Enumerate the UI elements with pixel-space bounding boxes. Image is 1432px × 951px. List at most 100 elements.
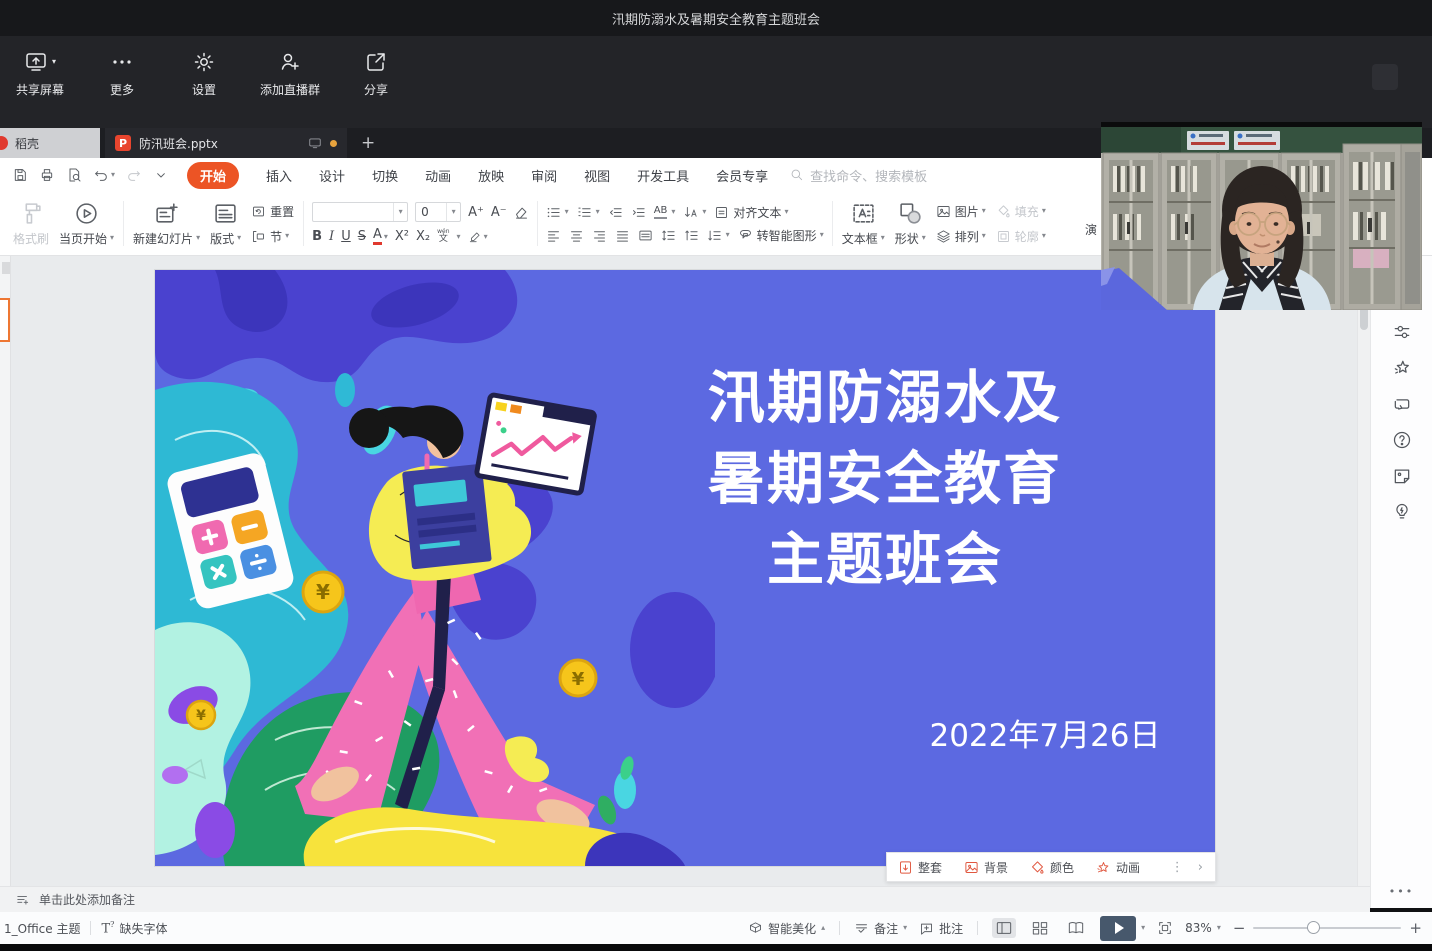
start-from-current-button[interactable]: 当页开始▾ <box>59 201 114 247</box>
spacing-options-button[interactable]: ▾ <box>707 228 730 243</box>
bold-button[interactable]: B <box>312 229 322 244</box>
highlight-button[interactable]: ▾ <box>468 230 488 244</box>
slide-title[interactable]: 汛期防溺水及 暑期安全教育 主题班会 <box>655 358 1115 601</box>
menu-tab-devtools[interactable]: 开发工具 <box>637 166 689 185</box>
view-normal-button[interactable] <box>992 918 1016 938</box>
menu-tab-view[interactable]: 视图 <box>584 166 610 185</box>
webcam-video[interactable] <box>1101 122 1422 310</box>
menu-tab-home[interactable]: 开始 <box>187 162 239 189</box>
slide-layout-button[interactable]: 版式▾ <box>210 201 241 247</box>
collapse-ribbon-icon[interactable] <box>153 167 169 183</box>
text-direction-button[interactable]: ▾ <box>683 205 706 220</box>
tab-document[interactable]: P 防汛班会.pptx <box>105 128 347 158</box>
align-right-icon[interactable] <box>592 228 607 243</box>
font-color-button[interactable]: A▾ <box>373 228 388 245</box>
format-painter-button[interactable]: 格式刷 <box>13 201 49 247</box>
arrange-button[interactable]: 排列▾ <box>936 228 986 245</box>
slide-panel-collapsed[interactable] <box>0 256 11 886</box>
properties-sliders-icon[interactable] <box>1392 322 1412 342</box>
toolbar-mini-button[interactable] <box>1372 64 1398 90</box>
shapes-button[interactable]: 形状▾ <box>895 201 926 247</box>
view-sorter-button[interactable] <box>1028 918 1052 938</box>
paragraph-spacing-icon[interactable] <box>684 228 699 243</box>
more-button[interactable]: 更多 <box>96 50 148 98</box>
help-icon[interactable] <box>1392 430 1412 450</box>
comments-button[interactable]: 批注 <box>919 920 963 937</box>
print-preview-icon[interactable] <box>66 167 82 183</box>
view-reading-button[interactable] <box>1064 918 1088 938</box>
animation-button[interactable]: 动画 <box>1085 859 1151 876</box>
justify-icon[interactable] <box>615 228 630 243</box>
underline-button[interactable]: U <box>341 229 351 244</box>
menu-tab-member[interactable]: 会员专享 <box>716 166 768 185</box>
transition-loop-icon[interactable] <box>1392 394 1412 414</box>
undo-button[interactable]: ▾ <box>93 167 115 183</box>
print-icon[interactable] <box>39 167 55 183</box>
menu-tab-slideshow[interactable]: 放映 <box>478 166 504 185</box>
line-spacing-icon[interactable] <box>661 228 676 243</box>
slide-panel-handle[interactable] <box>2 262 10 274</box>
background-button[interactable]: 背景 <box>953 859 1019 876</box>
settings-button[interactable]: 设置 <box>178 50 230 98</box>
menu-tab-design[interactable]: 设计 <box>319 166 345 185</box>
section-button[interactable]: 节▾ <box>251 228 294 245</box>
text-box-button[interactable]: 文本框▾ <box>842 201 885 247</box>
picture-button[interactable]: 图片▾ <box>936 203 986 220</box>
decrease-indent-icon[interactable] <box>608 205 623 220</box>
vertical-scrollbar[interactable] <box>1357 256 1370 886</box>
phonetic-guide-button[interactable]: wén 文 <box>437 229 449 244</box>
fill-button[interactable]: 填充▾ <box>996 203 1046 220</box>
new-slide-button[interactable]: 新建幻灯片▾ <box>133 201 200 247</box>
sticker-icon[interactable] <box>1392 466 1412 486</box>
zoom-track[interactable] <box>1253 927 1401 929</box>
missing-font-button[interactable]: T? 缺失字体 <box>101 920 167 937</box>
new-tab-button[interactable]: + <box>361 128 375 158</box>
zoom-out-button[interactable]: − <box>1233 921 1246 936</box>
color-button[interactable]: 颜色 <box>1019 859 1085 876</box>
clear-format-icon[interactable] <box>514 205 529 220</box>
play-slideshow-button[interactable]: ▾ <box>1100 916 1145 941</box>
full-set-button[interactable]: 整套 <box>887 859 953 876</box>
save-icon[interactable] <box>12 167 28 183</box>
numbered-list-button[interactable]: ▾ <box>577 205 600 220</box>
align-left-icon[interactable] <box>546 228 561 243</box>
strikethrough-button[interactable]: S <box>358 229 366 244</box>
italic-button[interactable]: I <box>329 229 334 244</box>
notes-bar[interactable]: 单击此处添加备注 <box>0 886 1370 912</box>
character-spacing-button[interactable]: AB▾ <box>654 205 676 219</box>
superscript-button[interactable]: X² <box>395 229 409 244</box>
redo-icon[interactable] <box>126 167 142 183</box>
more-options-icon[interactable]: ⋮ <box>1171 860 1184 875</box>
font-size-select[interactable]: 0 ▾ <box>415 202 461 222</box>
distribute-text-icon[interactable] <box>638 228 653 243</box>
next-arrow-icon[interactable]: › <box>1198 860 1203 875</box>
slide-date[interactable]: 2022年7月26日 <box>895 710 1195 755</box>
tab-docer[interactable]: 稻壳 <box>0 128 100 158</box>
align-text-button[interactable]: 对齐文本▾ <box>714 204 788 221</box>
notes-toggle-button[interactable]: 备注 ▾ <box>854 920 907 937</box>
inspiration-bulb-icon[interactable] <box>1392 502 1412 522</box>
slide-thumbnail-selected[interactable] <box>0 298 10 342</box>
sidebar-more-icon[interactable]: ••• <box>1371 885 1432 898</box>
grow-font-button[interactable]: A⁺ <box>468 205 484 220</box>
zoom-in-button[interactable]: + <box>1409 921 1422 936</box>
add-live-group-button[interactable]: 添加直播群 <box>260 50 320 98</box>
reset-slide-button[interactable]: 重置 <box>251 203 294 220</box>
shrink-font-button[interactable]: A⁻ <box>491 205 507 220</box>
menu-tab-insert[interactable]: 插入 <box>266 166 292 185</box>
bullet-list-button[interactable]: ▾ <box>546 205 569 220</box>
share-screen-button[interactable]: ▾ 共享屏幕 <box>14 50 66 98</box>
subscript-button[interactable]: X₂ <box>416 229 430 244</box>
share-button[interactable]: 分享 <box>350 50 402 98</box>
menu-tab-transition[interactable]: 切换 <box>372 166 398 185</box>
align-center-icon[interactable] <box>569 228 584 243</box>
command-search-input[interactable]: 查找命令、搜索模板 <box>790 166 927 185</box>
smart-beautify-button[interactable]: 智能美化 ▴ <box>748 920 825 937</box>
increase-indent-icon[interactable] <box>631 205 646 220</box>
menu-tab-animation[interactable]: 动画 <box>425 166 451 185</box>
slide-1[interactable]: ¥ ¥ ¥ <box>155 270 1215 866</box>
font-family-select[interactable]: ▾ <box>312 202 408 222</box>
zoom-handle[interactable] <box>1307 921 1320 934</box>
convert-smart-graphic-button[interactable]: 转智能图形▾ <box>738 227 824 244</box>
outline-button[interactable]: 轮廓▾ <box>996 228 1046 245</box>
